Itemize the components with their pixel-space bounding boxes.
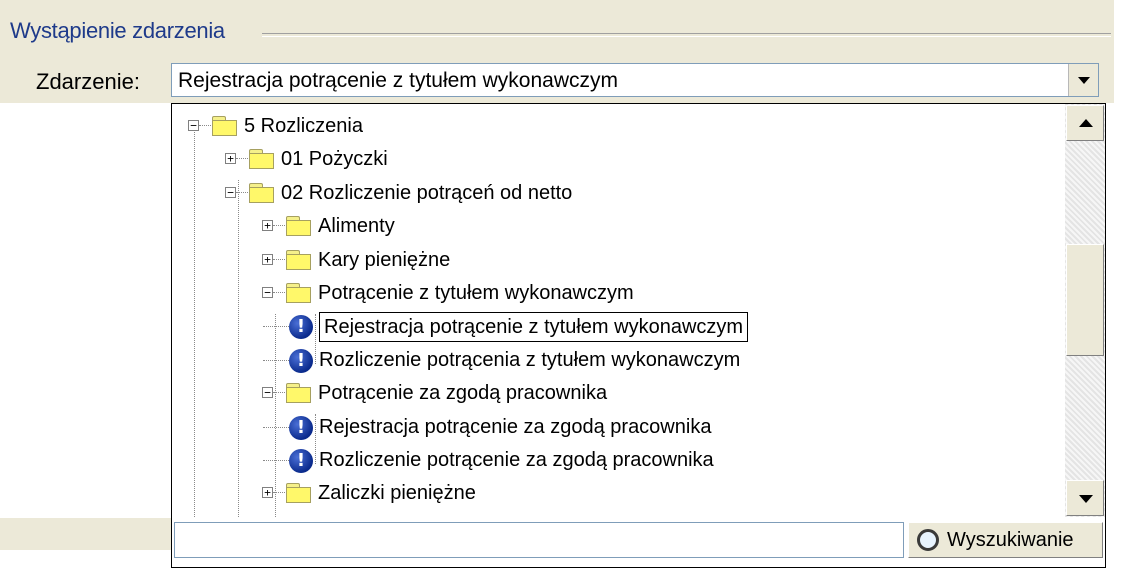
arrow-up-icon xyxy=(1079,119,1093,127)
tree-connector-line xyxy=(236,158,248,160)
combobox-dropdown-button[interactable] xyxy=(1068,64,1098,96)
scroll-up-button[interactable] xyxy=(1066,105,1104,141)
tree-item-label: Rejestracja potrącenie z tytułem wykonaw… xyxy=(319,312,749,343)
left-background-bottom xyxy=(0,518,172,550)
collapse-icon[interactable]: − xyxy=(262,287,273,298)
groupbox-divider xyxy=(262,33,1111,37)
tree-folder-item[interactable]: +01 Pożyczki xyxy=(172,145,1065,175)
tree-connector-line xyxy=(273,225,285,227)
expand-icon[interactable]: + xyxy=(262,220,273,232)
tree-connector-line xyxy=(263,359,289,361)
tree-item-label: Alimenty xyxy=(318,215,395,238)
tree-item-label: Rejestracja potrącenie za zgodą pracowni… xyxy=(319,415,712,438)
tree-folder-item[interactable]: − 02 Rozliczenie potrąceń od netto xyxy=(172,179,1065,209)
tree-item-label: Rozliczenie potrącenie za zgodą pracowni… xyxy=(319,449,714,471)
expand-icon[interactable]: + xyxy=(225,153,236,165)
tree-event-item[interactable]: ! Rejestracja potrącenie za zgodą pracown… xyxy=(172,413,1065,443)
left-background xyxy=(0,103,168,572)
groupbox-title: Wystąpienie zdarzenia xyxy=(10,18,225,43)
right-edge xyxy=(1114,0,1124,572)
folder-icon xyxy=(249,182,275,203)
tree-item-label: 5 Rozliczenia xyxy=(244,115,363,137)
tree-event-item[interactable]: ! Rozliczenie potrącenie za zgodą pracown… xyxy=(172,446,1065,476)
folder-icon xyxy=(286,249,312,270)
tree-connector-line xyxy=(199,125,211,126)
tree-item-label: 02 Rozliczenie potrąceń od netto xyxy=(281,181,573,204)
event-field-label: Zdarzenie: xyxy=(36,69,140,94)
search-button[interactable]: Wyszukiwanie xyxy=(908,522,1103,558)
tree-folder-item[interactable]: + Alimenty xyxy=(172,212,1065,242)
collapse-icon[interactable]: − xyxy=(262,387,273,399)
exclamation-info-icon: ! xyxy=(289,348,313,373)
tree-connector-line xyxy=(236,191,248,193)
tree-item-label: Zaliczki pieniężne xyxy=(318,482,476,505)
tree-connector-line xyxy=(273,492,285,494)
vertical-scrollbar[interactable] xyxy=(1065,104,1105,517)
tree-folder-item[interactable]: − 5 Rozliczenia xyxy=(172,112,1065,142)
search-button-label: Wyszukiwanie xyxy=(947,529,1074,551)
event-combobox-value: Rejestracja potrącenie z tytułem wykonaw… xyxy=(178,69,618,92)
folder-icon xyxy=(286,283,312,303)
tree-folder-item[interactable]: + Zaliczki pieniężne xyxy=(172,479,1065,509)
folder-icon xyxy=(286,216,312,237)
folder-icon xyxy=(286,383,312,404)
expand-icon[interactable]: + xyxy=(262,487,273,499)
tree-connector-line xyxy=(273,292,285,293)
tree-folder-item[interactable]: + Kary pieniężne xyxy=(172,246,1065,276)
folder-icon xyxy=(286,483,312,504)
scroll-down-button[interactable] xyxy=(1066,480,1104,516)
tree-item-label: Potrącenie z tytułem wykonawczym xyxy=(318,282,634,304)
tree-folder-item[interactable]: − Potrącenie z tytułem wykonawczym xyxy=(172,279,1065,309)
tree-event-item[interactable]: ! Rejestracja potrącenie z tytułem wykona… xyxy=(172,312,1065,343)
tree-connector-line xyxy=(263,460,289,461)
tree-event-item[interactable]: ! Rozliczenie potrącenia z tytułem wykona… xyxy=(172,346,1065,376)
tree-connector-line xyxy=(263,326,289,328)
event-combobox[interactable]: Rejestracja potrącenie z tytułem wykonaw… xyxy=(171,63,1099,97)
folder-icon xyxy=(249,149,275,170)
folder-icon xyxy=(212,116,238,136)
collapse-icon[interactable]: − xyxy=(188,120,199,131)
tree-connector-line xyxy=(273,258,285,260)
tree-item-label: 01 Pożyczki xyxy=(281,148,388,171)
tree-folder-item[interactable]: − Potrącenie za zgodą pracownika xyxy=(172,379,1065,409)
scrollbar-thumb[interactable] xyxy=(1066,244,1104,356)
expand-icon[interactable]: + xyxy=(262,253,273,265)
exclamation-info-icon: ! xyxy=(289,415,313,440)
search-input[interactable] xyxy=(174,522,904,558)
tree-item-label: Kary pieniężne xyxy=(318,248,451,271)
event-tree[interactable]: − 5 Rozliczenia +01 Pożyczki − 02 Rozliczeni… xyxy=(172,104,1065,517)
tree-item-label: Potrącenie za zgodą pracownika xyxy=(318,382,608,405)
tree-connector-line xyxy=(273,392,285,394)
exclamation-info-icon: ! xyxy=(289,449,313,473)
tree-connector-line xyxy=(263,426,289,428)
exclamation-info-icon: ! xyxy=(289,315,313,340)
tree-item-label: Rozliczenie potrącenia z tytułem wykonaw… xyxy=(319,348,741,371)
magnifier-icon xyxy=(917,529,939,551)
collapse-icon[interactable]: − xyxy=(225,186,236,198)
event-dropdown-list[interactable]: − 5 Rozliczenia +01 Pożyczki − 02 Rozliczeni… xyxy=(171,103,1106,568)
chevron-down-icon xyxy=(1078,77,1090,84)
arrow-down-icon xyxy=(1079,495,1093,503)
